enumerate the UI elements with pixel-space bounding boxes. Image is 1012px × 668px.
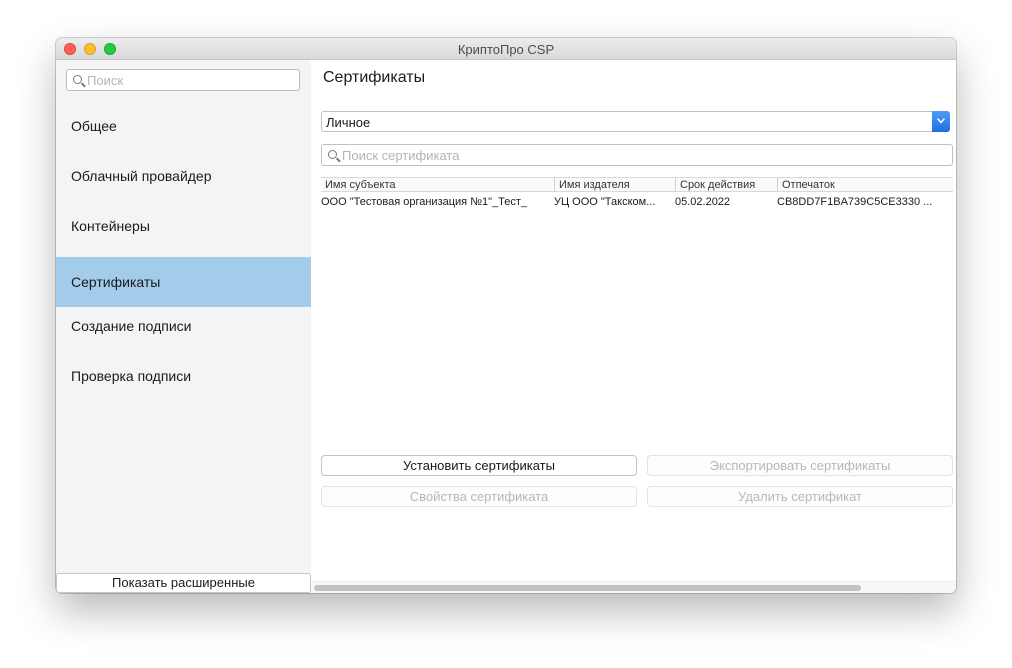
app-window: КриптоПро CSP Поиск Общее Облачный прова… <box>56 38 956 593</box>
certificate-properties-button[interactable]: Свойства сертификата <box>321 486 637 507</box>
sidebar: Поиск Общее Облачный провайдер Контейнер… <box>56 60 311 593</box>
show-advanced-button[interactable]: Показать расширенные <box>56 573 311 593</box>
sidebar-item-label: Проверка подписи <box>71 368 192 384</box>
scrollbar-thumb[interactable] <box>314 585 861 591</box>
certificate-search-input[interactable]: Поиск сертификата <box>321 144 953 166</box>
sidebar-item-create-signature[interactable]: Создание подписи <box>56 301 311 351</box>
sidebar-item-certificates[interactable]: Сертификаты <box>56 257 311 307</box>
table-row[interactable]: ООО "Тестовая организация №1"_Тест_ УЦ О… <box>321 194 953 210</box>
sidebar-item-label: Сертификаты <box>71 274 161 290</box>
main-panel: Сертификаты Личное Поиск сертификата Имя… <box>311 60 956 593</box>
cell-valid-until: 05.02.2022 <box>675 196 731 208</box>
install-certificates-button[interactable]: Установить сертификаты <box>321 455 637 476</box>
certificate-store-select[interactable]: Личное <box>321 111 950 132</box>
cell-thumbprint: CB8DD7F1BA739C5CE3330 ... <box>777 196 933 208</box>
export-certificates-button[interactable]: Экспортировать сертификаты <box>647 455 953 476</box>
delete-certificate-button[interactable]: Удалить сертификат <box>647 486 953 507</box>
sidebar-item-containers[interactable]: Контейнеры <box>56 201 311 251</box>
sidebar-search-input[interactable]: Поиск <box>66 69 300 91</box>
sidebar-item-label: Контейнеры <box>71 218 150 234</box>
cell-issuer: УЦ ООО "Такском... <box>554 196 656 208</box>
certificate-search-placeholder: Поиск сертификата <box>342 148 460 163</box>
search-icon <box>328 150 337 159</box>
sidebar-item-cloud-provider[interactable]: Облачный провайдер <box>56 151 311 201</box>
search-icon <box>73 75 82 84</box>
window-title: КриптоПро CSP <box>457 42 555 57</box>
store-select-value: Личное <box>326 115 371 130</box>
column-header-thumbprint[interactable]: Отпечаток <box>777 178 953 192</box>
certificates-table: Имя субъекта Имя издателя Срок действия … <box>321 177 953 403</box>
title-bar[interactable]: КриптоПро CSP <box>56 38 956 60</box>
sidebar-item-label: Создание подписи <box>71 318 192 334</box>
page-title: Сертификаты <box>323 69 426 86</box>
sidebar-search-placeholder: Поиск <box>87 73 124 88</box>
horizontal-scrollbar[interactable] <box>311 581 956 593</box>
sidebar-item-label: Облачный провайдер <box>71 168 212 184</box>
table-header: Имя субъекта Имя издателя Срок действия … <box>321 177 953 192</box>
sidebar-item-label: Общее <box>71 118 117 134</box>
column-header-issuer[interactable]: Имя издателя <box>554 178 675 192</box>
column-header-subject[interactable]: Имя субъекта <box>321 178 554 192</box>
sidebar-item-verify-signature[interactable]: Проверка подписи <box>56 351 311 401</box>
cell-subject: ООО "Тестовая организация №1"_Тест_ <box>321 196 528 208</box>
column-header-valid-until[interactable]: Срок действия <box>675 178 777 192</box>
sidebar-item-general[interactable]: Общее <box>56 101 311 151</box>
chevron-down-icon[interactable] <box>932 111 950 132</box>
